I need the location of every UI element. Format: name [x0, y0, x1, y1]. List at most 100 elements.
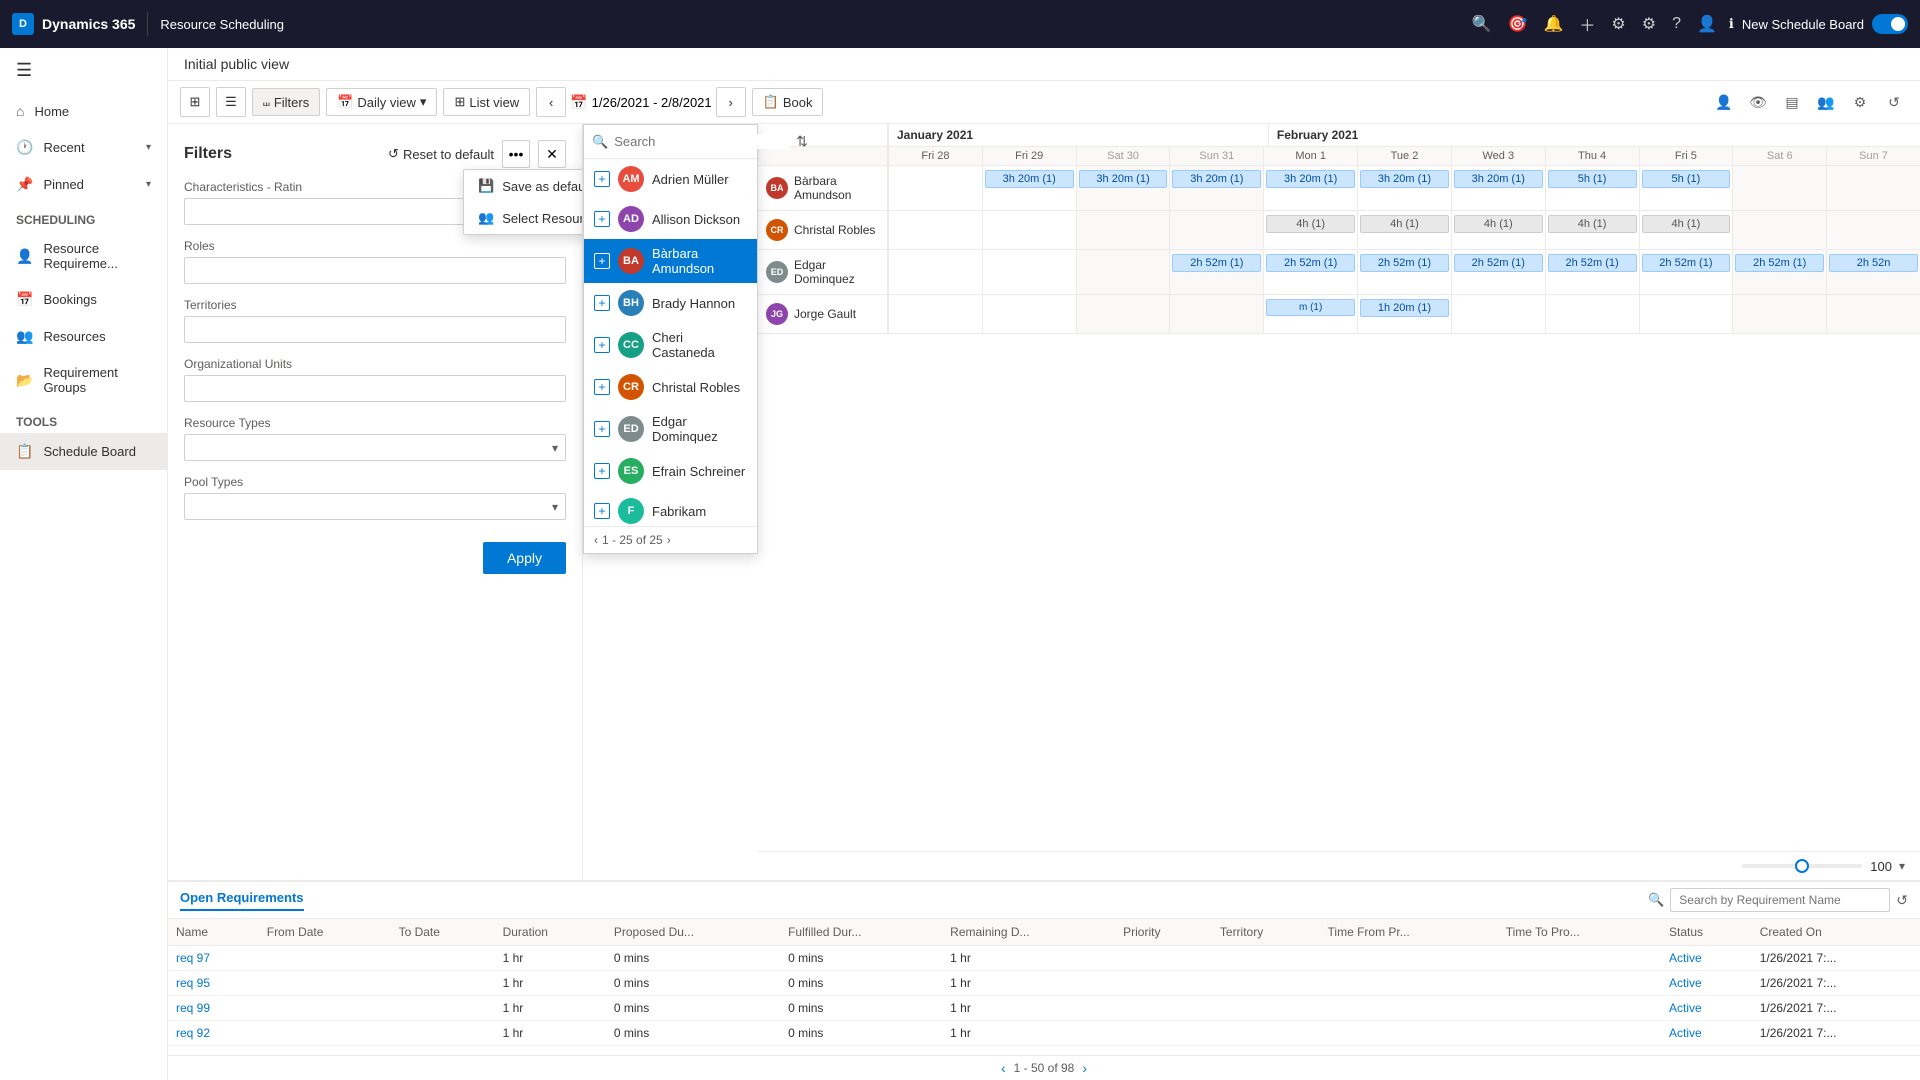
hamburger-button[interactable]: ☰: [0, 48, 167, 93]
resource-add-icon[interactable]: +: [594, 421, 610, 437]
cell-barbara-thu4[interactable]: 5h (1): [1545, 166, 1639, 210]
cell-jorge-tue2[interactable]: 1h 20m (1): [1357, 295, 1451, 333]
list-item[interactable]: + AM Adrien Müller: [584, 159, 757, 199]
prev-date-button[interactable]: ‹: [536, 87, 566, 117]
req-name-link[interactable]: req 97: [176, 951, 210, 965]
pool-types-select[interactable]: [184, 493, 566, 520]
list-view-button[interactable]: ⊞ List view: [443, 88, 530, 116]
person-add-icon[interactable]: 👥: [1812, 88, 1840, 116]
resource-types-select[interactable]: [184, 434, 566, 461]
cell-christal-tue2[interactable]: 4h (1): [1357, 211, 1451, 249]
list-item[interactable]: + ES Efrain Schreiner: [584, 451, 757, 491]
cell-edgar-tue2[interactable]: 2h 52m (1): [1357, 250, 1451, 294]
zoom-slider[interactable]: [1742, 864, 1862, 868]
req-name-link[interactable]: req 95: [176, 976, 210, 990]
sidebar-item-home[interactable]: ⌂ Home: [0, 93, 167, 129]
gear-icon[interactable]: ⚙: [1642, 14, 1656, 34]
req-next-page-btn[interactable]: ›: [1082, 1060, 1087, 1076]
open-requirements-tab[interactable]: Open Requirements: [180, 890, 304, 911]
filters-close-button[interactable]: ✕: [538, 140, 566, 168]
sidebar-item-bookings[interactable]: 📅 Bookings: [0, 281, 167, 318]
req-refresh-icon[interactable]: ↺: [1896, 892, 1908, 909]
cell-christal-mon1[interactable]: 4h (1): [1263, 211, 1357, 249]
sidebar-item-resources[interactable]: 👥 Resources: [0, 318, 167, 355]
list-item[interactable]: + F Fabrikam: [584, 491, 757, 526]
list-item[interactable]: + CR Christal Robles: [584, 367, 757, 407]
filters-button[interactable]: ⧢ Filters: [252, 88, 320, 116]
search-icon[interactable]: 🔍: [1472, 14, 1492, 34]
req-name-link[interactable]: req 92: [176, 1026, 210, 1040]
reset-to-default-button[interactable]: ↺ Reset to default: [388, 146, 494, 162]
territories-input[interactable]: [184, 316, 566, 343]
resource-add-icon[interactable]: +: [594, 211, 610, 227]
status-active-link[interactable]: Active: [1669, 1001, 1702, 1015]
save-as-default-item[interactable]: 💾 Save as default: [464, 170, 583, 202]
cell-barbara-mon1[interactable]: 3h 20m (1): [1263, 166, 1357, 210]
status-active-link[interactable]: Active: [1669, 976, 1702, 990]
cell-christal-fri5[interactable]: 4h (1): [1639, 211, 1733, 249]
resource-prev-btn[interactable]: ‹: [594, 533, 598, 547]
eye-icon[interactable]: 👁: [1744, 88, 1772, 116]
settings-icon[interactable]: ⚙: [1846, 88, 1874, 116]
filter-icon[interactable]: ⚙: [1611, 14, 1625, 34]
cell-christal-wed3[interactable]: 4h (1): [1451, 211, 1545, 249]
resource-add-icon[interactable]: +: [594, 171, 610, 187]
grid-view-button[interactable]: ⊞: [180, 87, 210, 117]
zoom-thumb[interactable]: [1795, 859, 1809, 873]
req-prev-page-btn[interactable]: ‹: [1001, 1060, 1006, 1076]
req-search-input[interactable]: [1670, 888, 1890, 912]
select-resources-item[interactable]: 👥 Select Resources: [464, 202, 583, 234]
bell-icon[interactable]: 🔔: [1543, 14, 1563, 34]
list-view-icon-button[interactable]: ☰: [216, 87, 246, 117]
resource-add-icon[interactable]: +: [594, 463, 610, 479]
sidebar-item-resource-req[interactable]: 👤 Resource Requireme...: [0, 231, 167, 281]
sidebar-item-recent[interactable]: 🕐 Recent ▾: [0, 129, 167, 166]
resource-add-icon[interactable]: +: [594, 379, 610, 395]
resource-sort-icon[interactable]: ⇅: [796, 133, 808, 150]
people-icon[interactable]: 👤: [1710, 88, 1738, 116]
new-schedule-toggle-switch[interactable]: [1872, 14, 1908, 34]
list-item[interactable]: + BA Bàrbara Amundson: [584, 239, 757, 283]
roles-input[interactable]: [184, 257, 566, 284]
req-name-link[interactable]: req 99: [176, 1001, 210, 1015]
cell-edgar-wed3[interactable]: 2h 52m (1): [1451, 250, 1545, 294]
resource-add-icon[interactable]: +: [594, 253, 610, 269]
cell-edgar-sat6[interactable]: 2h 52m (1): [1732, 250, 1826, 294]
cell-barbara-wed3[interactable]: 3h 20m (1): [1451, 166, 1545, 210]
list-item[interactable]: + CC Cheri Castaneda: [584, 323, 757, 367]
list-item[interactable]: + BH Brady Hannon: [584, 283, 757, 323]
refresh-icon[interactable]: ↺: [1880, 88, 1908, 116]
org-units-input[interactable]: [184, 375, 566, 402]
list-item[interactable]: + ED Edgar Dominquez: [584, 407, 757, 451]
cell-edgar-sun7[interactable]: 2h 52n: [1826, 250, 1920, 294]
cell-edgar-thu4[interactable]: 2h 52m (1): [1545, 250, 1639, 294]
resource-add-icon[interactable]: +: [594, 503, 610, 519]
cell-christal-thu4[interactable]: 4h (1): [1545, 211, 1639, 249]
status-active-link[interactable]: Active: [1669, 1026, 1702, 1040]
cell-barbara-fri5[interactable]: 5h (1): [1639, 166, 1733, 210]
cell-barbara-sat30[interactable]: 3h 20m (1): [1076, 166, 1170, 210]
cell-barbara-fri29[interactable]: 3h 20m (1): [982, 166, 1076, 210]
columns-icon[interactable]: ▤: [1778, 88, 1806, 116]
cell-barbara-sun31[interactable]: 3h 20m (1): [1169, 166, 1263, 210]
status-active-link[interactable]: Active: [1669, 951, 1702, 965]
expand-button[interactable]: ▾: [1892, 856, 1912, 876]
list-item[interactable]: + AD Allison Dickson: [584, 199, 757, 239]
cell-jorge-mon1[interactable]: m (1): [1263, 295, 1357, 333]
apply-button[interactable]: Apply: [483, 542, 566, 574]
plus-icon[interactable]: ＋: [1579, 12, 1595, 36]
filters-more-button[interactable]: •••: [502, 140, 530, 168]
user-icon[interactable]: 👤: [1697, 14, 1717, 34]
target-icon[interactable]: 🎯: [1508, 14, 1528, 34]
sidebar-item-schedule-board[interactable]: 📋 Schedule Board: [0, 433, 167, 470]
book-button[interactable]: 📋 Book: [752, 88, 824, 116]
daily-view-button[interactable]: 📅 Daily view ▾: [326, 88, 437, 116]
cell-edgar-sun31[interactable]: 2h 52m (1): [1169, 250, 1263, 294]
sidebar-item-req-groups[interactable]: 📂 Requirement Groups: [0, 355, 167, 405]
cell-edgar-fri5[interactable]: 2h 52m (1): [1639, 250, 1733, 294]
cell-edgar-mon1[interactable]: 2h 52m (1): [1263, 250, 1357, 294]
next-date-button[interactable]: ›: [716, 87, 746, 117]
help-icon[interactable]: ?: [1672, 15, 1681, 33]
resource-search-input[interactable]: [614, 134, 790, 149]
resource-next-btn[interactable]: ›: [667, 533, 671, 547]
